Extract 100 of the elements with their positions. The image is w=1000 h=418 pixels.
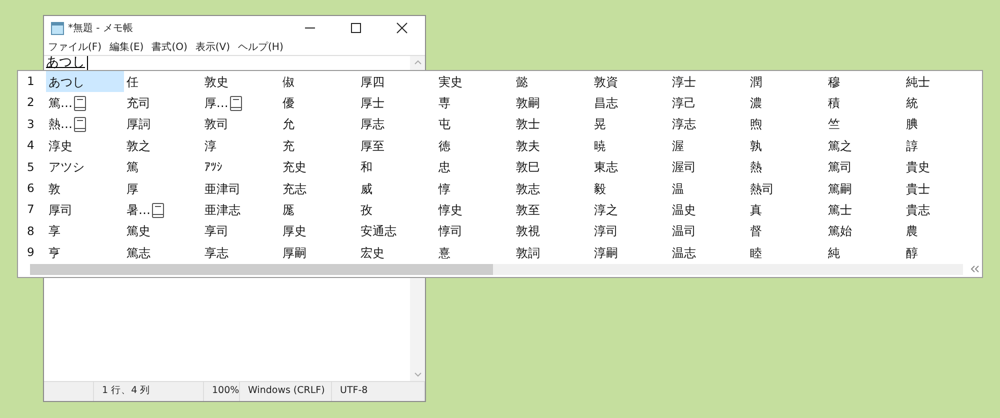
- candidate-item[interactable]: 厖: [280, 199, 358, 221]
- candidate-item[interactable]: 篤…: [46, 92, 124, 114]
- candidate-item[interactable]: 淳之: [592, 199, 670, 221]
- candidate-item[interactable]: 亜津志: [202, 199, 280, 221]
- candidate-item[interactable]: 孰: [748, 135, 826, 157]
- candidate-item[interactable]: 専: [436, 92, 514, 114]
- candidate-item[interactable]: 渥司: [670, 156, 748, 178]
- candidate-item[interactable]: 真: [748, 199, 826, 221]
- candidate-item[interactable]: 厚志: [358, 114, 436, 136]
- candidate-item[interactable]: 諄: [904, 135, 982, 157]
- candidate-item[interactable]: 敦視: [514, 220, 592, 242]
- candidate-item[interactable]: 厚至: [358, 135, 436, 157]
- candidate-item[interactable]: 淳志: [670, 114, 748, 136]
- candidate-item[interactable]: 淳史: [46, 135, 124, 157]
- candidate-item[interactable]: 敦司: [202, 114, 280, 136]
- candidate-item[interactable]: 敦夫: [514, 135, 592, 157]
- candidate-item[interactable]: 淳士: [670, 71, 748, 92]
- candidate-item[interactable]: 暁: [592, 135, 670, 157]
- candidate-item[interactable]: 威: [358, 178, 436, 200]
- candidate-item[interactable]: 晃: [592, 114, 670, 136]
- candidate-item[interactable]: 腆: [904, 114, 982, 136]
- candidate-item[interactable]: 敦資: [592, 71, 670, 92]
- candidate-item[interactable]: 穆: [826, 71, 904, 92]
- candidate-item[interactable]: 篤司: [826, 156, 904, 178]
- candidate-item[interactable]: 敦嗣: [514, 92, 592, 114]
- candidate-item[interactable]: 濃: [748, 92, 826, 114]
- candidate-item[interactable]: 安通志: [358, 220, 436, 242]
- candidate-item[interactable]: 篤: [124, 156, 202, 178]
- candidate-item[interactable]: 厚詞: [124, 114, 202, 136]
- candidate-item[interactable]: あつし: [46, 71, 124, 92]
- candidate-item[interactable]: 昌志: [592, 92, 670, 114]
- candidate-item[interactable]: 屯: [436, 114, 514, 136]
- candidate-item[interactable]: 厚: [124, 178, 202, 200]
- candidate-item[interactable]: 厚司: [46, 199, 124, 221]
- candidate-item[interactable]: 享志: [202, 242, 280, 264]
- candidate-item[interactable]: 敦: [46, 178, 124, 200]
- candidate-item[interactable]: 俶: [280, 71, 358, 92]
- candidate-item[interactable]: 宏史: [358, 242, 436, 264]
- candidate-item[interactable]: 淳嗣: [592, 242, 670, 264]
- menu-item[interactable]: ファイル(F): [48, 40, 102, 55]
- candidate-item[interactable]: 敦巳: [514, 156, 592, 178]
- candidate-item[interactable]: 温司: [670, 220, 748, 242]
- candidate-item[interactable]: 任: [124, 71, 202, 92]
- candidate-item[interactable]: 敦詞: [514, 242, 592, 264]
- candidate-item[interactable]: 篤始: [826, 220, 904, 242]
- candidate-item[interactable]: 煦: [748, 114, 826, 136]
- candidate-item[interactable]: アツシ: [46, 156, 124, 178]
- candidate-item[interactable]: 充史: [280, 156, 358, 178]
- chevron-left-icon[interactable]: [970, 265, 980, 274]
- candidate-item[interactable]: 忠: [436, 156, 514, 178]
- candidate-item[interactable]: 亨: [46, 242, 124, 264]
- candidate-item[interactable]: 享司: [202, 220, 280, 242]
- candidate-item[interactable]: 淳己: [670, 92, 748, 114]
- candidate-item[interactable]: 篤之: [826, 135, 904, 157]
- candidate-item[interactable]: 純士: [904, 71, 982, 92]
- candidate-item[interactable]: 統: [904, 92, 982, 114]
- candidate-item[interactable]: 敦史: [202, 71, 280, 92]
- candidate-item[interactable]: 貴志: [904, 199, 982, 221]
- candidate-item[interactable]: 温志: [670, 242, 748, 264]
- editor-text[interactable]: あつし: [46, 56, 85, 70]
- candidate-item[interactable]: 睦: [748, 242, 826, 264]
- candidate-item[interactable]: 孜: [358, 199, 436, 221]
- candidate-item[interactable]: 充志: [280, 178, 358, 200]
- candidate-item[interactable]: 敦士: [514, 114, 592, 136]
- candidate-item[interactable]: 篤士: [826, 199, 904, 221]
- candidate-item[interactable]: 亜津司: [202, 178, 280, 200]
- candidate-item[interactable]: 惇司: [436, 220, 514, 242]
- candidate-item[interactable]: 渥: [670, 135, 748, 157]
- candidate-item[interactable]: 醇: [904, 242, 982, 264]
- candidate-item[interactable]: 貴士: [904, 178, 982, 200]
- candidate-item[interactable]: 篤嗣: [826, 178, 904, 200]
- candidate-item[interactable]: 充司: [124, 92, 202, 114]
- candidate-item[interactable]: 熱…: [46, 114, 124, 136]
- candidate-item[interactable]: ｱﾂｼ: [202, 156, 280, 178]
- candidate-item[interactable]: 厚四: [358, 71, 436, 92]
- scroll-up-icon[interactable]: [414, 59, 422, 65]
- candidate-item[interactable]: 享: [46, 220, 124, 242]
- candidate-item[interactable]: 優: [280, 92, 358, 114]
- candidate-item[interactable]: 厚…: [202, 92, 280, 114]
- candidate-item[interactable]: 厚史: [280, 220, 358, 242]
- scroll-down-icon[interactable]: [414, 372, 422, 378]
- candidate-item[interactable]: 東志: [592, 156, 670, 178]
- candidate-item[interactable]: 暑…: [124, 199, 202, 221]
- candidate-item[interactable]: 純: [826, 242, 904, 264]
- candidate-item[interactable]: 憙: [436, 242, 514, 264]
- candidate-item[interactable]: 積: [826, 92, 904, 114]
- candidate-item[interactable]: 惇史: [436, 199, 514, 221]
- candidate-item[interactable]: 熱司: [748, 178, 826, 200]
- candidate-item[interactable]: 和: [358, 156, 436, 178]
- candidate-item[interactable]: 允: [280, 114, 358, 136]
- candidate-item[interactable]: 惇: [436, 178, 514, 200]
- candidate-item[interactable]: 充: [280, 135, 358, 157]
- horizontal-scrollbar[interactable]: [30, 264, 963, 275]
- candidate-item[interactable]: 実史: [436, 71, 514, 92]
- candidate-item[interactable]: 農: [904, 220, 982, 242]
- candidate-item[interactable]: 温史: [670, 199, 748, 221]
- candidate-item[interactable]: 淳司: [592, 220, 670, 242]
- candidate-item[interactable]: 毅: [592, 178, 670, 200]
- candidate-item[interactable]: 潤: [748, 71, 826, 92]
- candidate-item[interactable]: 竺: [826, 114, 904, 136]
